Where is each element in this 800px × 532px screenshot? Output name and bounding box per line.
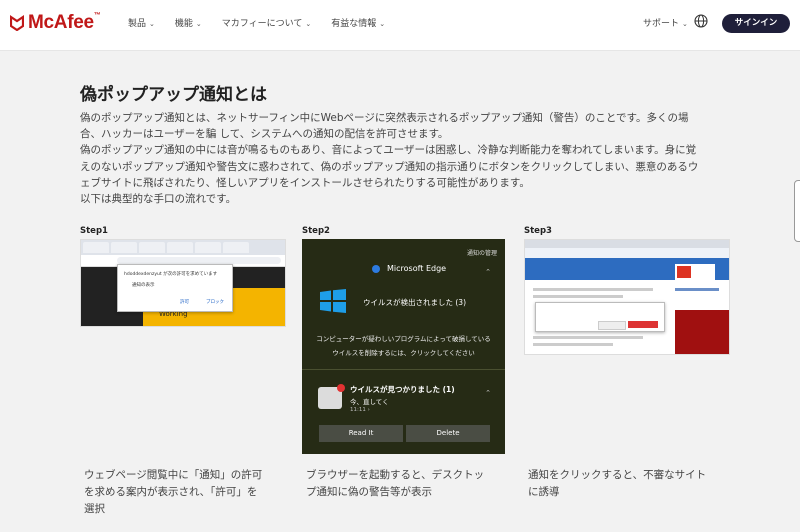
badge-dot bbox=[337, 384, 345, 392]
page-title: 偽ポップアップ通知とは bbox=[80, 85, 267, 105]
chevron-down-icon: ⌄ bbox=[149, 20, 155, 28]
step2-screenshot: 通知の管理 Microsoft Edge ⌃ ウイルスが検出されました (3) … bbox=[302, 239, 505, 454]
side-feedback-tab[interactable] bbox=[794, 180, 800, 242]
paragraph-line: 合、ハッカーはユーザーを騙 して、システムへの通知の配信を許可させます。 bbox=[80, 128, 449, 141]
main-nav: 製品 ⌄ 機能 ⌄ マカフィーについて ⌄ 有益な情報 ⌄ bbox=[128, 16, 405, 29]
chevron-down-icon: ⌄ bbox=[195, 20, 202, 28]
virus-found-title: ウイルスが見つかりました (1) bbox=[350, 385, 455, 394]
mcafee-logo[interactable]: McAfee™ bbox=[10, 12, 101, 34]
step1-label: Step1 bbox=[80, 226, 108, 236]
text-line bbox=[533, 288, 653, 291]
caption-line: を求める案内が表示され、「許可」を bbox=[84, 486, 258, 498]
chevron-up-icon: ⌃ bbox=[485, 389, 491, 397]
step2-label: Step2 bbox=[302, 226, 330, 236]
step2-caption: ブラウザーを起動すると、デスクトッ プ通知に偽の警告等が表示 bbox=[306, 467, 506, 501]
edge-icon bbox=[372, 264, 380, 273]
chevron-down-icon: ⌄ bbox=[305, 20, 312, 28]
paragraph-line: 偽のポップアップ通知とは、ネットサーフィン中にWebページに突然表示されるポップ… bbox=[80, 112, 689, 124]
text-line bbox=[533, 336, 643, 339]
step3-label: Step3 bbox=[524, 226, 552, 236]
dialog-cancel-button bbox=[598, 321, 626, 330]
nav-item-products[interactable]: 製品 ⌄ bbox=[128, 16, 155, 29]
nav-item-about[interactable]: マカフィーについて ⌄ bbox=[222, 16, 311, 29]
text-line bbox=[533, 343, 613, 346]
paragraph-line: 偽のポップアップ通知の中には音が鳴るものもあり、音によってユーザーは困惑し、冷静… bbox=[80, 144, 697, 157]
site-logo bbox=[675, 264, 715, 280]
app-icon bbox=[318, 384, 345, 409]
block-button: ブロック bbox=[206, 300, 224, 305]
edge-header: Microsoft Edge bbox=[372, 264, 446, 273]
warning-message: ウイルスを削除するには、クリックしてください bbox=[332, 349, 475, 357]
step1-caption: ウェブページ閲覧中に「通知」の許可 を求める案内が表示され、「許可」を 選択 bbox=[84, 467, 284, 518]
paragraph-line: ェブサイトに飛ばされたり、怪しいアプリをインストールさせられたりする可能性があり… bbox=[80, 176, 530, 189]
brand-name: McAfee™ bbox=[28, 12, 101, 33]
step3-caption: 通知をクリックすると、不審なサイト に誘導 bbox=[528, 467, 728, 501]
warning-message: コンピューターが疑わしいプログラムによって破損している bbox=[316, 335, 491, 343]
chevron-up-icon: ⌃ bbox=[485, 268, 491, 276]
signin-button[interactable]: サインイン bbox=[722, 14, 790, 33]
read-it-button: Read It bbox=[319, 425, 403, 442]
chevron-down-icon: ⌄ bbox=[379, 20, 386, 28]
caption-line: 選択 bbox=[84, 503, 105, 515]
chevron-down-icon: ⌄ bbox=[682, 20, 688, 28]
virus-detected-text: ウイルスが検出されました (3) bbox=[363, 298, 467, 307]
caption-line: プ通知に偽の警告等が表示 bbox=[306, 486, 432, 498]
paragraph-line: えのないポップアップ通知や警告文に惑わされて、偽のポップアップ通知の指示通りにボ… bbox=[80, 160, 699, 173]
text-line bbox=[533, 295, 623, 298]
mcafee-shield-icon bbox=[10, 15, 24, 31]
delete-button: Delete bbox=[406, 425, 490, 442]
allow-button: 許可 bbox=[180, 300, 189, 305]
nav-item-features[interactable]: 機能 ⌄ bbox=[175, 16, 202, 29]
caption-line: に誘導 bbox=[528, 486, 560, 498]
dialog-ok-button bbox=[628, 321, 658, 328]
popup-text: hdoddexdenzyut が次の許可を求めています bbox=[124, 272, 218, 277]
caption-line: 通知をクリックすると、不審なサイト bbox=[528, 469, 707, 481]
divider bbox=[302, 369, 505, 370]
globe-icon[interactable] bbox=[694, 14, 708, 28]
caption-line: ウェブページ閲覧中に「通知」の許可 bbox=[84, 469, 263, 481]
suspicious-dialog bbox=[535, 302, 665, 332]
popup-text: 通知の表示 bbox=[132, 283, 155, 288]
step1-screenshot: Working hdoddexdenzyut が次の許可を求めています 通知の表… bbox=[80, 239, 286, 327]
paragraph-line: 以下は典型的な手口の流れです。 bbox=[80, 193, 237, 206]
red-ad-block bbox=[675, 310, 729, 354]
browser-tabs bbox=[81, 240, 285, 255]
notification-permission-popup: hdoddexdenzyut が次の許可を求めています 通知の表示 許可 ブロッ… bbox=[117, 264, 233, 312]
nav-item-resources[interactable]: 有益な情報 ⌄ bbox=[331, 16, 385, 29]
address-bar bbox=[525, 248, 729, 258]
intro-paragraph: 偽のポップアップ通知とは、ネットサーフィン中にWebページに突然表示されるポップ… bbox=[80, 110, 730, 207]
windows-logo-icon bbox=[320, 289, 346, 313]
notification-time: 11:11 › bbox=[350, 407, 370, 413]
text-line bbox=[675, 288, 719, 291]
support-menu[interactable]: サポート ⌄ bbox=[643, 16, 688, 29]
browser-tabs bbox=[525, 240, 729, 248]
app-name: Microsoft Edge bbox=[387, 264, 447, 273]
fix-now-text: 今、直してく bbox=[350, 398, 389, 406]
caption-line: ブラウザーを起動すると、デスクトッ bbox=[306, 469, 485, 481]
top-navigation-bar: McAfee™ 製品 ⌄ 機能 ⌄ マカフィーについて ⌄ 有益な情報 ⌄ サポート ⌄ … bbox=[0, 0, 800, 51]
step3-screenshot bbox=[524, 239, 730, 355]
notification-manage-link: 通知の管理 bbox=[466, 250, 497, 257]
